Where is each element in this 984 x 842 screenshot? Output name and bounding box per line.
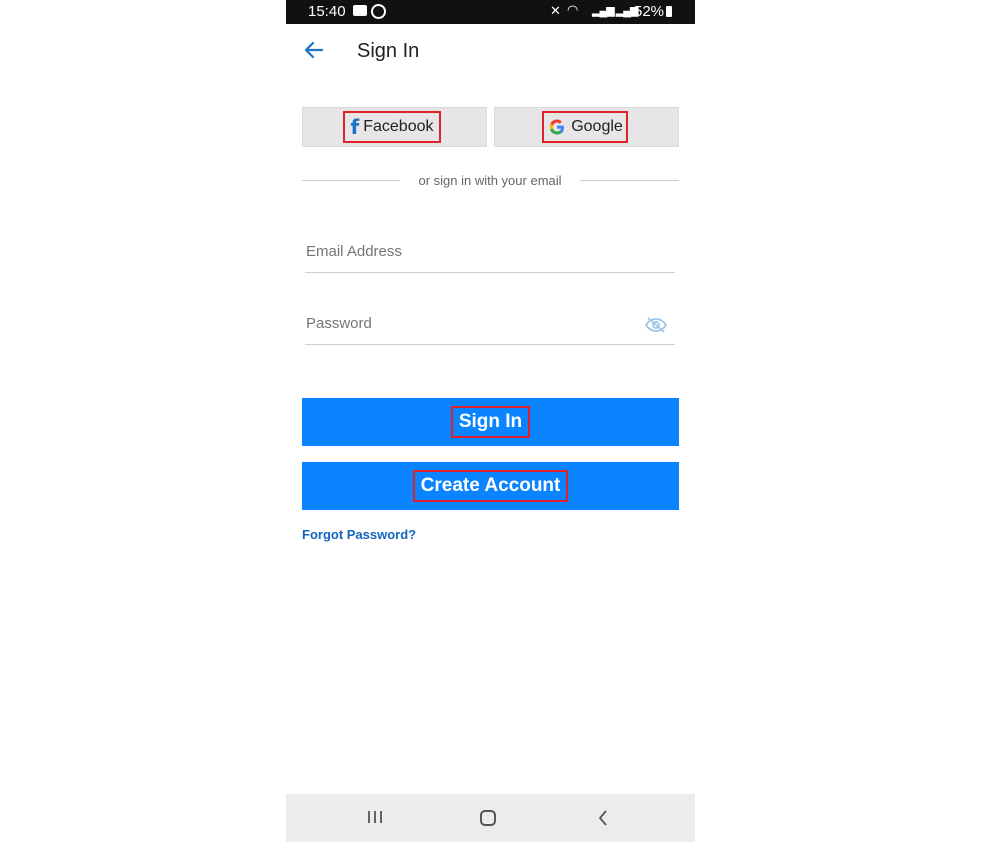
status-bar: 15:40 ✕ ◠ ▂▄▆ ▂▄▆ 52% <box>286 0 695 24</box>
google-label: Google <box>571 118 623 135</box>
page-title: Sign In <box>357 40 420 62</box>
sign-in-button[interactable]: Sign In <box>302 398 679 446</box>
divider-right <box>580 180 679 181</box>
battery-icon <box>666 6 672 17</box>
create-account-label: Create Account <box>412 470 569 502</box>
battery-percent: 52% <box>634 3 665 20</box>
google-highlight: Google <box>542 111 628 143</box>
signal-icon: ▂▄▆ ▂▄▆ <box>592 5 638 17</box>
wifi-icon: ◠ <box>567 2 579 17</box>
home-icon[interactable] <box>480 810 496 826</box>
forgot-password-link[interactable]: Forgot Password? <box>302 527 416 542</box>
recent-apps-icon[interactable] <box>366 809 384 825</box>
mute-icon: ✕ <box>550 3 561 18</box>
email-field <box>305 236 675 273</box>
divider-left <box>302 180 400 181</box>
google-icon <box>549 119 565 135</box>
status-time: 15:40 <box>308 3 346 20</box>
sign-in-label: Sign In <box>450 406 531 438</box>
visibility-toggle-icon[interactable] <box>645 316 667 334</box>
back-arrow-icon[interactable] <box>302 38 326 62</box>
facebook-label: Facebook <box>363 118 434 135</box>
nav-back-icon[interactable] <box>596 808 610 828</box>
email-input[interactable] <box>305 236 626 266</box>
password-input[interactable] <box>305 308 626 338</box>
google-button[interactable]: Google <box>494 107 679 147</box>
facebook-button[interactable]: f Facebook <box>302 107 487 147</box>
message-icon <box>353 5 367 16</box>
navigation-bar <box>286 794 695 842</box>
divider-text: or sign in with your email <box>418 173 562 188</box>
phone-screen: 15:40 ✕ ◠ ▂▄▆ ▂▄▆ 52% Sign In f Facebook… <box>286 0 695 842</box>
password-field <box>305 308 675 345</box>
create-account-button[interactable]: Create Account <box>302 462 679 510</box>
facebook-icon: f <box>350 115 360 139</box>
whatsapp-icon <box>371 4 386 19</box>
facebook-highlight: f Facebook <box>343 111 441 143</box>
